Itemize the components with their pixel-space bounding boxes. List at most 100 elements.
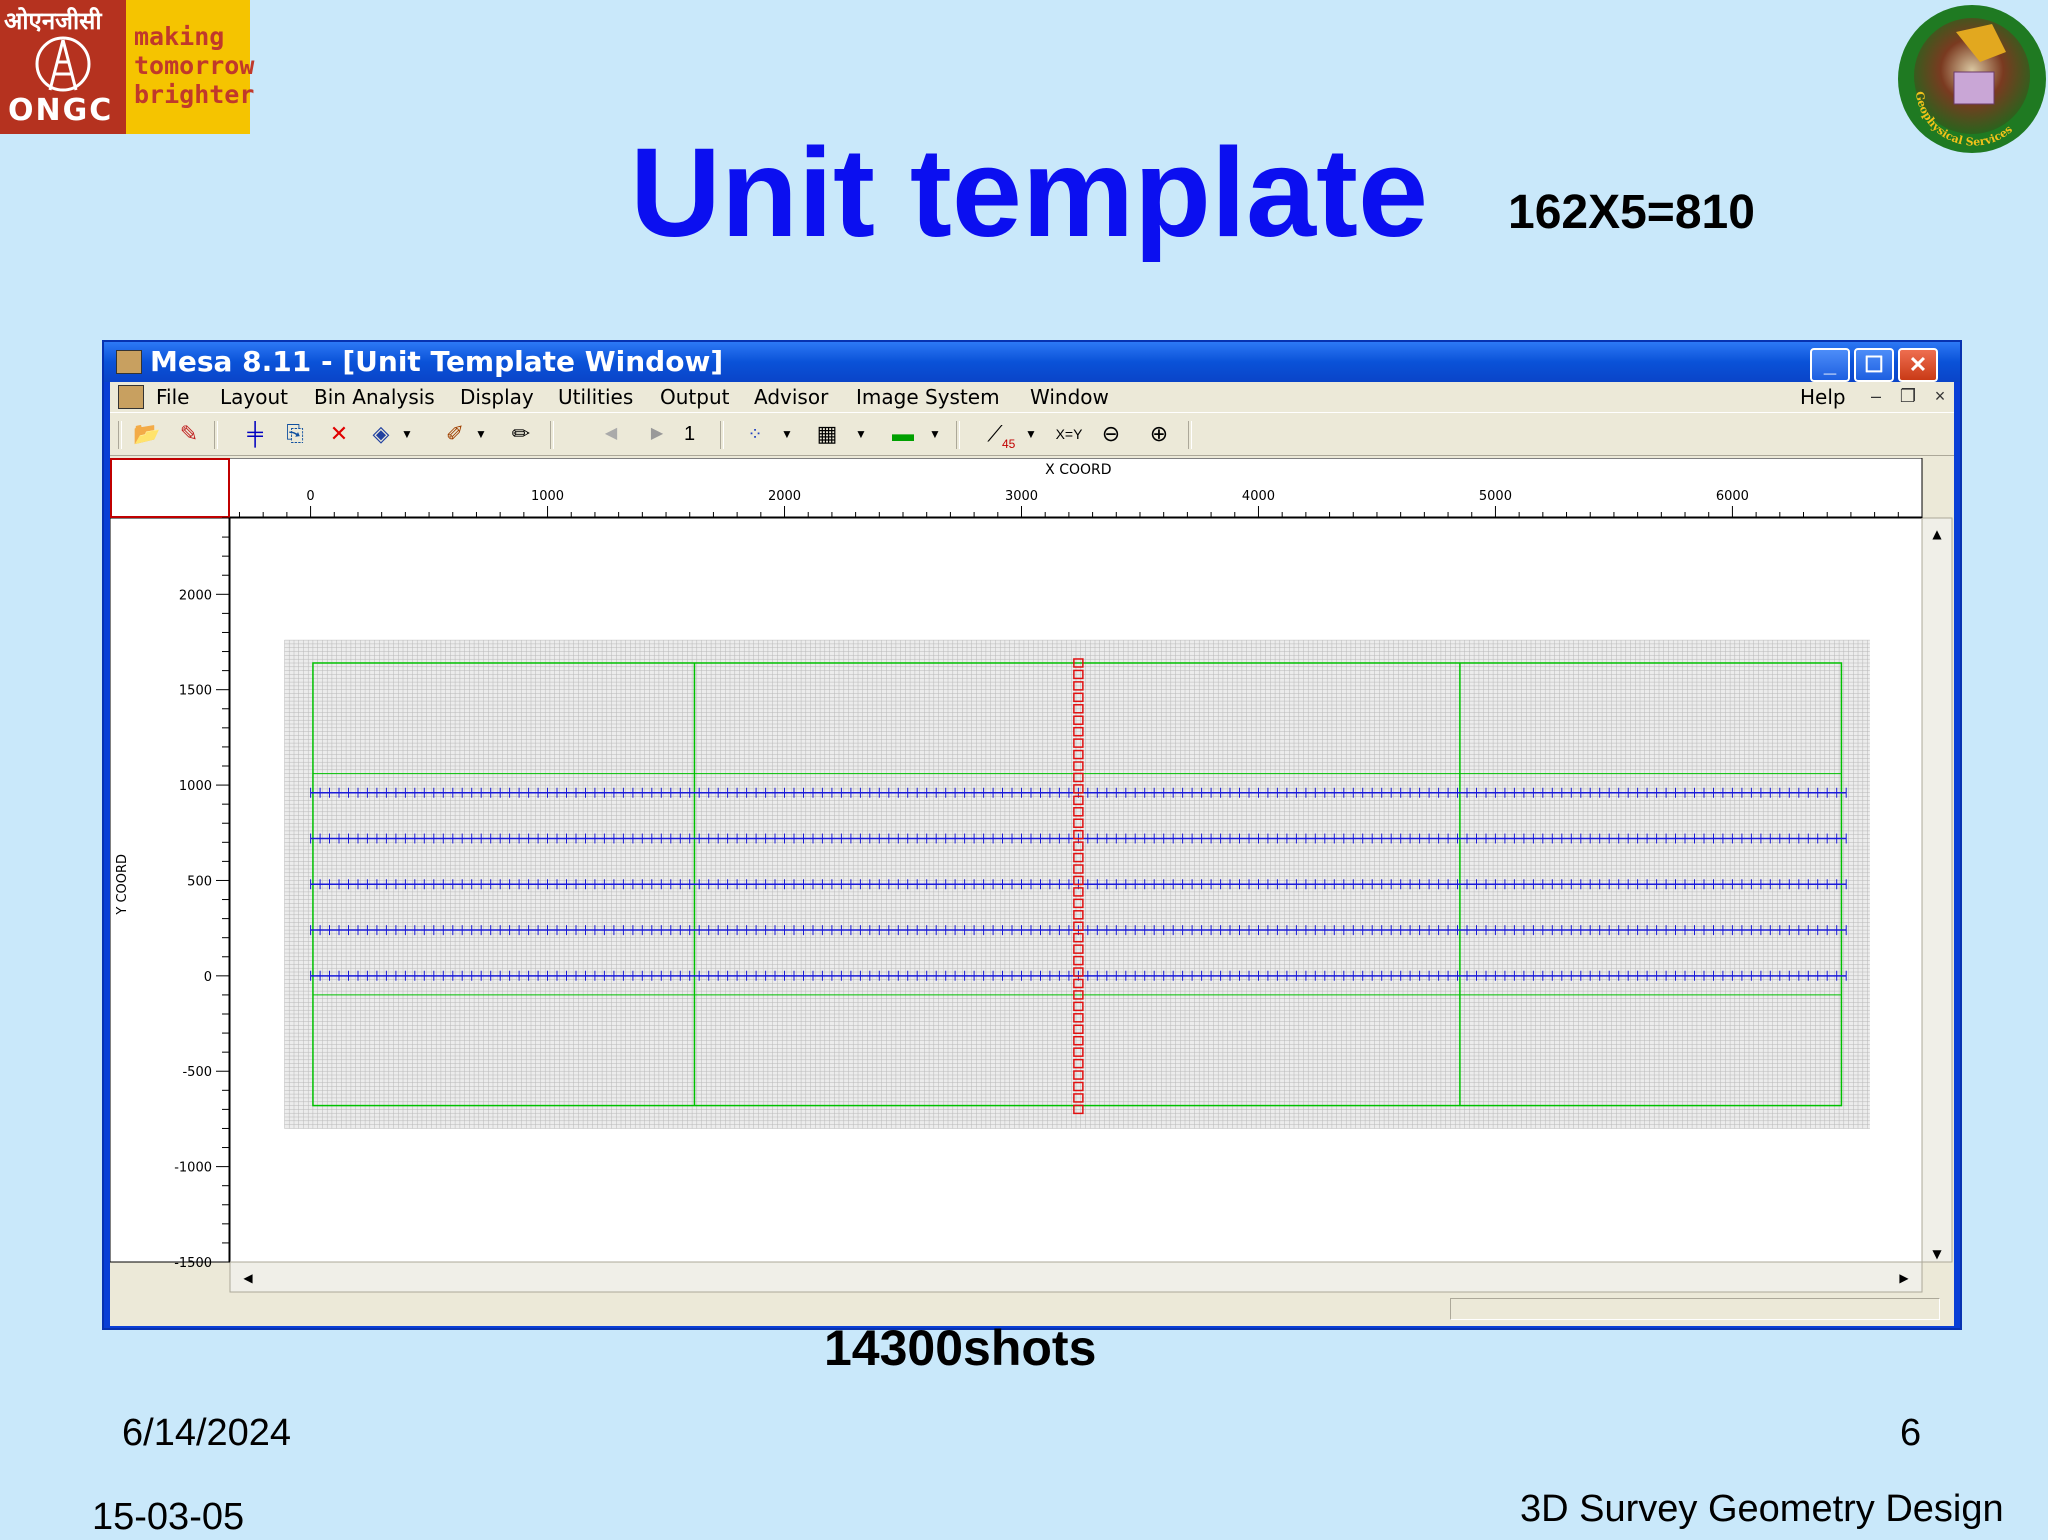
bins-icon[interactable]: ▬ <box>888 419 918 449</box>
slide-number: 6 <box>1900 1412 1922 1454</box>
corner-box <box>110 458 230 518</box>
prev-icon[interactable]: ◀ <box>596 419 626 449</box>
x-tick-label: 3000 <box>1005 489 1038 504</box>
angle-label: 45 <box>1002 437 1016 451</box>
template-chart: ▲▼◀ ▶ 0 1000 2000 3000 4000 5000 60002000150010… <box>110 458 1953 1293</box>
x-tick-label: 6000 <box>1716 489 1749 504</box>
zoom-out-icon[interactable]: ⊖ <box>1096 419 1126 449</box>
scroll-left-icon: ◀ <box>243 1271 253 1285</box>
menu-utilities[interactable]: Utilities <box>558 386 633 408</box>
minimize-icon: _ <box>1823 352 1837 377</box>
slide-footer-title: 3D Survey Geometry Design <box>1520 1488 2004 1530</box>
toolbar-separator <box>550 421 554 449</box>
y-tick-label: -1000 <box>174 1161 212 1176</box>
menu-bar: File Layout Bin Analysis Display Utiliti… <box>110 382 1954 412</box>
ongc-logo: ओएनजीसी ONGC making tomorrow brighter <box>0 0 255 134</box>
pencil-icon[interactable]: ✏ <box>506 419 536 449</box>
ongc-tagline: making tomorrow brighter <box>126 0 255 134</box>
edit-icon[interactable]: ✐ <box>440 419 470 449</box>
delete-icon[interactable]: ✕ <box>324 419 354 449</box>
menu-advisor[interactable]: Advisor <box>754 386 828 408</box>
y-tick-label: 1500 <box>179 684 212 699</box>
oil-rig-icon <box>35 36 91 92</box>
x-tick-label: 5000 <box>1479 489 1512 504</box>
paint-icon[interactable]: ✎ <box>174 419 204 449</box>
bins-dropdown-icon[interactable]: ▼ <box>928 419 942 449</box>
zoom-in-icon[interactable]: ⊕ <box>1144 419 1174 449</box>
unit-template-plot: ▲ ▼ ◀ ▶ 0 1000 2000 3000 4000 5000 6000 2000 1500 10… <box>110 458 1954 1326</box>
scroll-down-icon: ▼ <box>1932 1247 1942 1261</box>
document-icon[interactable] <box>118 385 144 409</box>
grid-dropdown-icon[interactable]: ▼ <box>854 419 868 449</box>
page-number: 1 <box>684 423 696 445</box>
y-tick-label: 2000 <box>179 588 212 603</box>
layer-icon[interactable]: ◈ <box>366 419 396 449</box>
scroll-up-icon: ▲ <box>1932 527 1942 541</box>
y-tick-label: 500 <box>187 874 212 889</box>
horizontal-scrollbar[interactable] <box>229 1261 1923 1293</box>
template-formula: 162X5=810 <box>1508 186 1755 239</box>
mdi-restore-icon[interactable]: ❐ <box>1896 384 1920 408</box>
menu-file[interactable]: File <box>156 386 189 408</box>
line-dropdown-icon[interactable]: ▼ <box>1024 419 1038 449</box>
scroll-right-icon: ▶ <box>1899 1271 1909 1285</box>
toolbar-separator <box>720 421 724 449</box>
ongc-wordmark: ONGC <box>8 93 114 128</box>
add-grid-icon[interactable]: ╪ <box>240 419 270 449</box>
status-pane <box>1450 1298 1940 1320</box>
menu-help[interactable]: Help <box>1800 386 1846 408</box>
window-title: Mesa 8.11 - [Unit Template Window] <box>150 345 724 378</box>
open-folder-icon[interactable]: 📂 <box>132 419 162 449</box>
y-tick-label: -500 <box>182 1065 212 1080</box>
window-titlebar[interactable]: Mesa 8.11 - [Unit Template Window] _ ☐ ✕ <box>104 342 1960 382</box>
y-tick-label: 0 <box>204 970 212 985</box>
scatter-icon[interactable]: ⁘ <box>740 419 770 449</box>
vertical-scrollbar[interactable] <box>1921 517 1953 1263</box>
x-tick-label: 2000 <box>768 489 801 504</box>
close-button[interactable]: ✕ <box>1898 348 1938 382</box>
y-tick-label: -1500 <box>174 1256 212 1271</box>
slide-footer-date: 15-03-05 <box>92 1496 245 1538</box>
window-client: File Layout Bin Analysis Display Utiliti… <box>110 382 1954 1326</box>
menu-bin-analysis[interactable]: Bin Analysis <box>314 386 435 408</box>
shots-count: 14300shots <box>824 1320 1097 1376</box>
xy-icon[interactable]: X=Y <box>1050 419 1088 449</box>
ongc-logo-mark: ओएनजीसी ONGC <box>0 0 126 134</box>
menu-image-system[interactable]: Image System <box>856 386 1000 408</box>
mesa-app-icon[interactable] <box>116 350 142 374</box>
y-tick-label: 1000 <box>179 779 212 794</box>
scatter-dropdown-icon[interactable]: ▼ <box>780 419 794 449</box>
tagline-line: tomorrow <box>134 51 255 80</box>
slide-date: 6/14/2024 <box>122 1412 292 1454</box>
y-axis-label: Y COORD <box>115 854 130 916</box>
minimize-button[interactable]: _ <box>1810 348 1850 382</box>
x-axis-label: X COORD <box>1045 462 1111 478</box>
menu-output[interactable]: Output <box>660 386 729 408</box>
edit-dropdown-icon[interactable]: ▼ <box>474 419 488 449</box>
next-icon[interactable]: ▶ <box>642 419 672 449</box>
menu-display[interactable]: Display <box>460 386 534 408</box>
tagline-line: making <box>134 22 225 51</box>
menu-layout[interactable]: Layout <box>220 386 288 408</box>
x-ruler <box>110 458 1923 519</box>
x-tick-label: 0 <box>306 489 314 504</box>
grid-icon[interactable]: ▦ <box>812 419 842 449</box>
mdi-close-icon[interactable]: × <box>1928 384 1952 408</box>
toolbar: 📂 ✎ ╪ ⎘ ✕ ◈ ▼ ✐ ▼ ✏ ◀ ▶ 1 ⁘ ▼ ▦ ▼ ▬ ▼ ⟋ … <box>110 412 1954 456</box>
menu-window[interactable]: Window <box>1030 386 1109 408</box>
maximize-button[interactable]: ☐ <box>1854 348 1894 382</box>
mdi-minimize-icon[interactable]: – <box>1864 384 1888 408</box>
copy-icon[interactable]: ⎘ <box>280 419 310 449</box>
toolbar-separator <box>214 421 218 449</box>
layer-dropdown-icon[interactable]: ▼ <box>400 419 414 449</box>
x-tick-label: 1000 <box>531 489 564 504</box>
toolbar-separator <box>956 421 960 449</box>
x-tick-label: 4000 <box>1242 489 1275 504</box>
ongc-hindi-text: ओएनजीसी <box>4 8 102 35</box>
close-icon: ✕ <box>1908 352 1928 377</box>
mesa-window: Mesa 8.11 - [Unit Template Window] _ ☐ ✕… <box>102 340 1962 1330</box>
tagline-line: brighter <box>134 80 255 109</box>
toolbar-separator <box>1188 421 1192 449</box>
toolbar-separator <box>118 421 122 449</box>
maximize-icon: ☐ <box>1864 352 1884 377</box>
